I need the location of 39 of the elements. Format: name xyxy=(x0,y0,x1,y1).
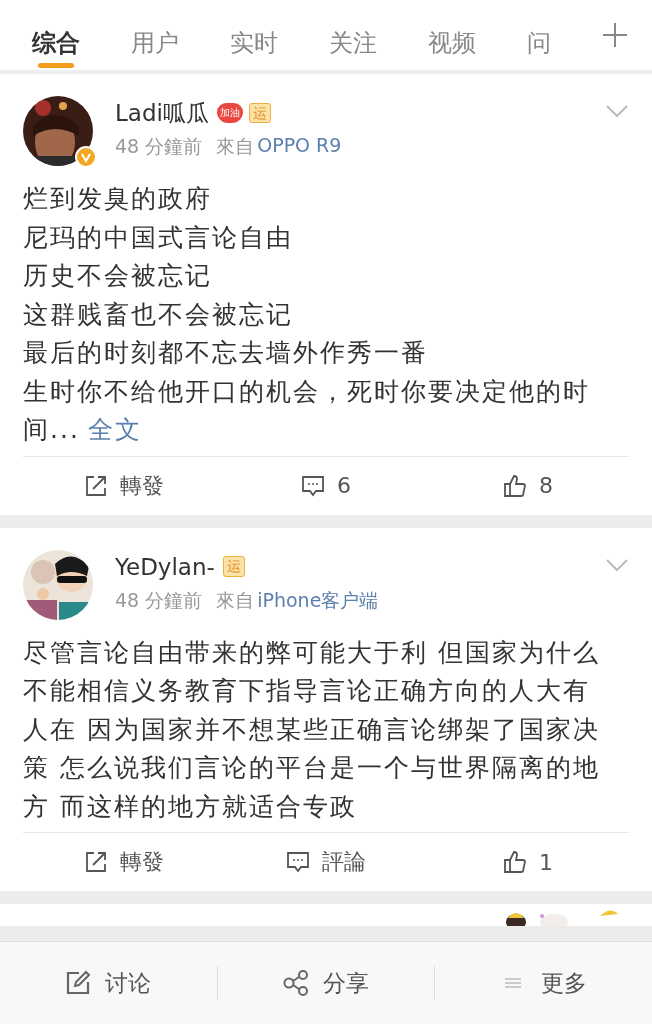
post-text: 最后的时刻都不忘去墙外作秀一番 xyxy=(23,337,429,369)
source-link[interactable]: iPhone客户端 xyxy=(257,587,379,614)
comment-button[interactable]: 評論 xyxy=(286,847,366,877)
post-text: 策 怎么说我们言论的平台是一个与世界隔离的地 xyxy=(23,752,601,784)
post-text: 这群贱畜也不会被忘记 xyxy=(23,298,294,331)
post-text: 生时你不给他开口的机会，死时你要决定他的时 xyxy=(23,375,591,408)
repost-button[interactable]: 轉發 xyxy=(84,847,164,877)
tab[interactable]: 实时 xyxy=(230,26,278,70)
share-button[interactable]: 分享 xyxy=(217,967,435,999)
tab[interactable]: 问 xyxy=(527,26,551,70)
source-label: 來自 xyxy=(216,134,255,159)
post-text: 尽管言论自由带来的弊可能大于利 但国家为什么 xyxy=(23,636,601,669)
badge: 运 xyxy=(248,102,271,124)
repost-button[interactable]: 轉發 xyxy=(84,470,164,501)
like-button[interactable]: 1 xyxy=(503,849,553,875)
tab[interactable]: 综合 xyxy=(32,26,80,70)
post-time: 48 分鐘前 xyxy=(115,134,203,159)
user-name[interactable]: Ladi呱瓜 xyxy=(115,97,209,129)
post-time: 48 分鐘前 xyxy=(115,587,203,613)
post-text: 不能相信义务教育下指导言论正确方向的人大有 xyxy=(23,675,591,707)
source-link[interactable]: OPPO R9 xyxy=(257,134,342,160)
heart-badge: 加油 xyxy=(216,103,243,123)
post-text: 历史不会被忘记 xyxy=(23,260,213,292)
source-label: 來自 xyxy=(216,587,255,613)
post-text: 烂到发臭的政府 xyxy=(23,183,213,215)
post-text: 人在 因为国家并不想某些正确言论绑架了国家决 xyxy=(23,713,601,746)
badge: 运 xyxy=(222,556,245,577)
post-text: 尼玛的中国式言论自由 xyxy=(23,221,294,254)
post-text: 方 而这样的地方就适合专政 xyxy=(23,790,358,823)
more-button[interactable]: 更多 xyxy=(435,967,652,999)
discuss-button[interactable]: 讨论 xyxy=(0,967,217,999)
post-text: 间... xyxy=(23,415,80,444)
tab[interactable]: 视频 xyxy=(428,26,476,70)
like-button[interactable]: 8 xyxy=(503,473,553,498)
full-text-link[interactable]: 全文 xyxy=(87,415,142,444)
comment-button[interactable]: 6 xyxy=(301,473,351,498)
user-name[interactable]: YeDylan- xyxy=(115,553,215,580)
tab[interactable]: 用户 xyxy=(131,26,179,70)
tab[interactable]: 关注 xyxy=(329,26,377,70)
